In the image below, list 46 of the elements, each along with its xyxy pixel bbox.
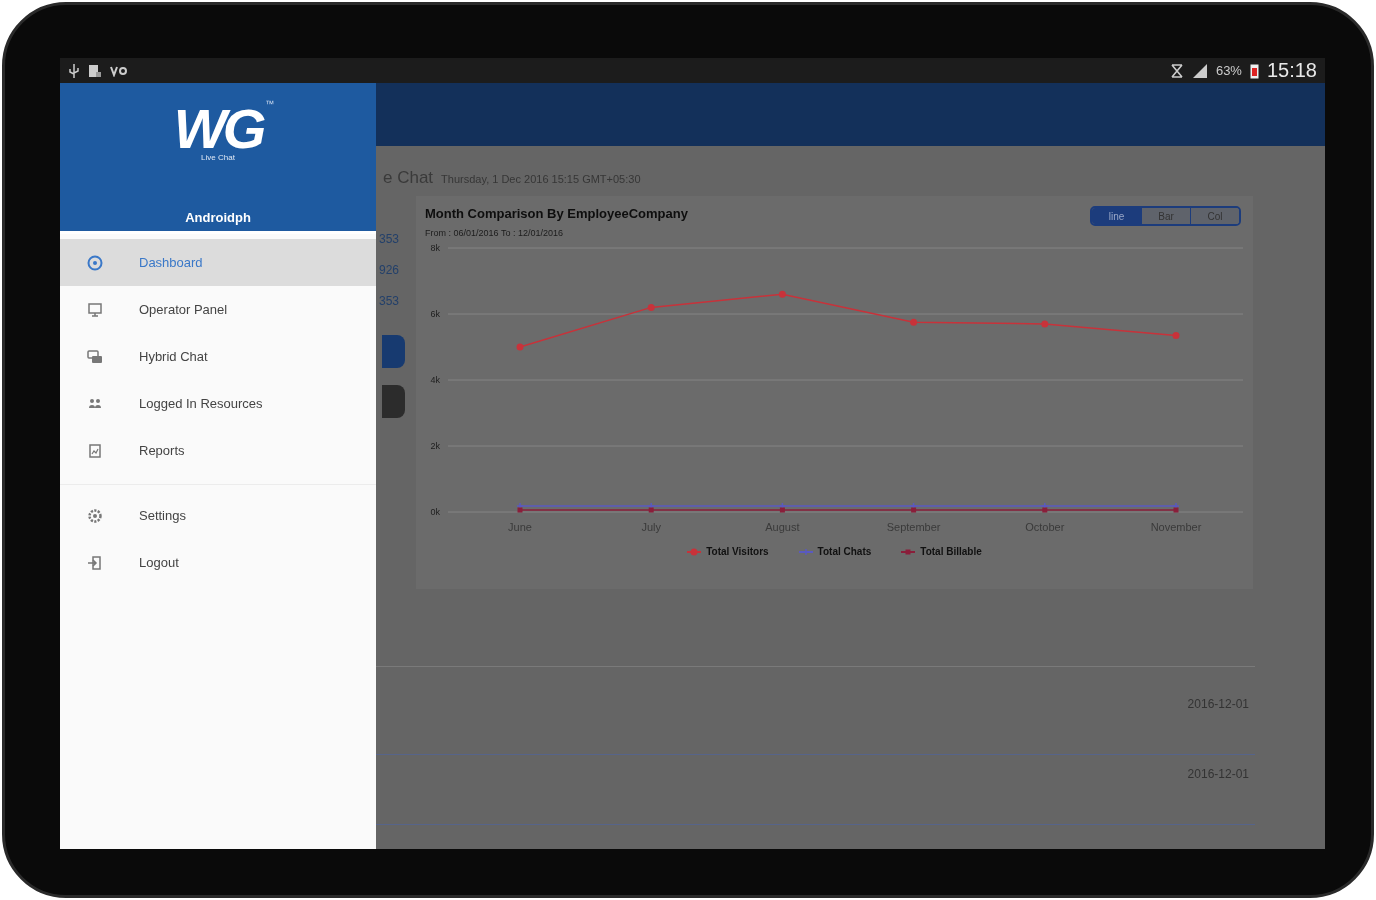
- axis-tick-label: 6k: [430, 309, 440, 319]
- data-point: [801, 547, 810, 556]
- gauge-icon: [86, 253, 104, 272]
- chart-type-tab[interactable]: line: [1092, 208, 1141, 224]
- data-point: [516, 343, 524, 351]
- legend-label: Total Visitors: [706, 546, 769, 557]
- data-point: [778, 290, 786, 298]
- stat-value: 353: [378, 232, 399, 248]
- report-icon: [86, 441, 104, 460]
- menu-item[interactable]: Reports: [60, 427, 376, 474]
- clock: 15:18: [1266, 59, 1317, 82]
- logout-icon: [86, 553, 104, 572]
- data-point: [1172, 331, 1180, 339]
- document-icon: [88, 63, 102, 78]
- battery-icon: [1249, 62, 1259, 79]
- menu-item[interactable]: Settings: [60, 492, 376, 539]
- data-point: [905, 549, 911, 554]
- data-point: [1041, 320, 1049, 328]
- action-button[interactable]: [382, 335, 405, 368]
- chart-title: Month Comparison By EmployeeCompany: [425, 206, 689, 221]
- axis-tick-label: 8k: [430, 243, 440, 253]
- axis-tick-label: 2k: [430, 441, 440, 451]
- menu-item[interactable]: Logged In Resources: [60, 380, 376, 427]
- user-name: Androidph: [185, 210, 251, 225]
- battery-percentage: 63%: [1215, 63, 1242, 78]
- data-point: [910, 318, 918, 326]
- menu-item[interactable]: Logout: [60, 539, 376, 586]
- signal-icon: [1191, 62, 1208, 79]
- date-range: From : 06/01/2016 To : 12/01/2016: [425, 228, 564, 238]
- axis-tick-label: 0k: [430, 507, 440, 517]
- legend-label: Total Billable: [920, 546, 982, 557]
- menu-item[interactable]: Hybrid Chat: [60, 333, 376, 380]
- data-point: [690, 548, 698, 555]
- usb-icon: [68, 62, 80, 79]
- chat-icon: [86, 347, 104, 366]
- monitor-icon: [86, 300, 104, 319]
- logo-caption: Live Chat: [201, 153, 235, 162]
- menu-item[interactable]: Operator Panel: [60, 286, 376, 333]
- settings-icon: [86, 506, 104, 525]
- stat-value: 353: [378, 294, 399, 310]
- legend-label: Total Chats: [817, 546, 872, 557]
- axis-tick-label: 4k: [430, 375, 440, 385]
- data-point: [647, 303, 655, 311]
- trademark-sign: ™: [265, 99, 275, 109]
- action-button[interactable]: [382, 385, 405, 418]
- stat-value: 926: [378, 263, 399, 279]
